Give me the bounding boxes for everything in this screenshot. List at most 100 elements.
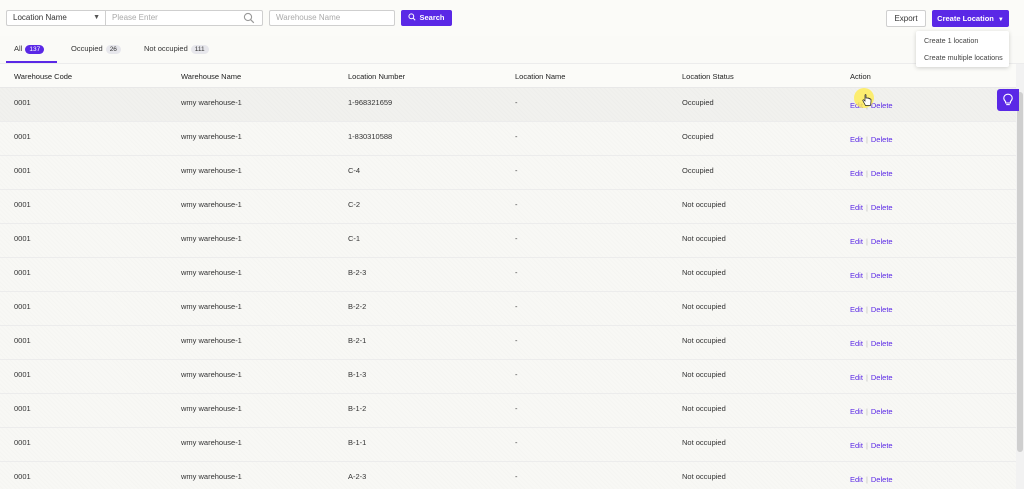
tab-not-occupied[interactable]: Not occupied 111	[144, 44, 209, 62]
cell-location-status: Not occupied	[682, 268, 726, 277]
action-separator: |	[865, 169, 868, 178]
edit-link[interactable]: Edit	[850, 135, 863, 144]
cell-location-status: Not occupied	[682, 200, 726, 209]
cell-location-status: Not occupied	[682, 472, 726, 481]
action-separator: |	[865, 135, 868, 144]
header-location-number[interactable]: Location Number	[348, 72, 405, 81]
delete-link[interactable]: Delete	[871, 373, 893, 382]
delete-link[interactable]: Delete	[871, 441, 893, 450]
cell-actions: Edit|Delete	[850, 135, 893, 144]
table-row[interactable]: 0001 wmy warehouse-1 B-1-3 - Not occupie…	[0, 360, 1016, 394]
delete-link[interactable]: Delete	[871, 101, 893, 110]
table-row[interactable]: 0001 wmy warehouse-1 C-2 - Not occupied …	[0, 190, 1016, 224]
menu-item-create-multiple[interactable]: Create multiple locations	[916, 49, 1009, 66]
cell-actions: Edit|Delete	[850, 373, 893, 382]
edit-link[interactable]: Edit	[850, 237, 863, 246]
cell-warehouse-name: wmy warehouse-1	[181, 268, 242, 277]
search-button[interactable]: Search	[401, 10, 452, 26]
edit-link[interactable]: Edit	[850, 407, 863, 416]
table-row[interactable]: 0001 wmy warehouse-1 C-1 - Not occupied …	[0, 224, 1016, 258]
cell-location-name: -	[515, 132, 518, 141]
header-action: Action	[850, 72, 871, 81]
delete-link[interactable]: Delete	[871, 203, 893, 212]
cell-location-number: C-1	[348, 234, 361, 243]
action-separator: |	[865, 237, 868, 246]
search-input-placeholder: Please Enter	[112, 13, 158, 22]
cell-location-number: A-2-3	[348, 472, 367, 481]
edit-link[interactable]: Edit	[850, 339, 863, 348]
cell-warehouse-name: wmy warehouse-1	[181, 404, 242, 413]
search-input[interactable]: Please Enter	[105, 10, 263, 26]
cell-location-name: -	[515, 166, 518, 175]
delete-link[interactable]: Delete	[871, 339, 893, 348]
create-location-label: Create Location	[937, 14, 994, 23]
edit-link[interactable]: Edit	[850, 373, 863, 382]
cell-location-status: Occupied	[682, 166, 714, 175]
action-separator: |	[865, 305, 868, 314]
status-tabs: All 137 Occupied 26 Not occupied 111	[0, 36, 1024, 64]
edit-link[interactable]: Edit	[850, 441, 863, 450]
delete-link[interactable]: Delete	[871, 135, 893, 144]
header-location-name[interactable]: Location Name	[515, 72, 565, 81]
search-icon	[243, 12, 255, 24]
tab-count-badge: 137	[25, 45, 45, 54]
table-row[interactable]: 0001 wmy warehouse-1 C-4 - Occupied Edit…	[0, 156, 1016, 190]
cell-location-status: Occupied	[682, 98, 714, 107]
delete-link[interactable]: Delete	[871, 407, 893, 416]
cell-warehouse-code: 0001	[14, 472, 31, 481]
delete-link[interactable]: Delete	[871, 305, 893, 314]
assistant-button[interactable]	[997, 89, 1019, 111]
cell-actions: Edit|Delete	[850, 339, 893, 348]
warehouse-name-input[interactable]: Warehouse Name	[269, 10, 395, 26]
filter-toolbar: Location Name ▼ Please Enter Warehouse N…	[0, 0, 1024, 36]
delete-link[interactable]: Delete	[871, 169, 893, 178]
cell-warehouse-name: wmy warehouse-1	[181, 98, 242, 107]
cell-warehouse-code: 0001	[14, 404, 31, 413]
cell-actions: Edit|Delete	[850, 407, 893, 416]
edit-link[interactable]: Edit	[850, 271, 863, 280]
table-row[interactable]: 0001 wmy warehouse-1 B-2-2 - Not occupie…	[0, 292, 1016, 326]
delete-link[interactable]: Delete	[871, 475, 893, 484]
table-row[interactable]: 0001 wmy warehouse-1 1-830310588 - Occup…	[0, 122, 1016, 156]
cell-warehouse-code: 0001	[14, 336, 31, 345]
locations-table: Warehouse Code Warehouse Name Location N…	[0, 64, 1016, 489]
cell-location-name: -	[515, 302, 518, 311]
table-row[interactable]: 0001 wmy warehouse-1 B-2-1 - Not occupie…	[0, 326, 1016, 360]
cell-warehouse-name: wmy warehouse-1	[181, 302, 242, 311]
action-separator: |	[865, 271, 868, 280]
export-button[interactable]: Export	[886, 10, 926, 27]
delete-link[interactable]: Delete	[871, 237, 893, 246]
cell-location-status: Not occupied	[682, 370, 726, 379]
tab-all[interactable]: All 137	[14, 44, 45, 62]
cell-location-number: C-4	[348, 166, 361, 175]
cell-location-name: -	[515, 404, 518, 413]
search-button-label: Search	[419, 13, 445, 22]
cell-warehouse-name: wmy warehouse-1	[181, 472, 242, 481]
cell-warehouse-name: wmy warehouse-1	[181, 200, 242, 209]
edit-link[interactable]: Edit	[850, 169, 863, 178]
delete-link[interactable]: Delete	[871, 271, 893, 280]
cell-location-name: -	[515, 234, 518, 243]
header-location-status[interactable]: Location Status	[682, 72, 734, 81]
menu-item-create-one[interactable]: Create 1 location	[916, 32, 1009, 49]
cell-location-status: Not occupied	[682, 234, 726, 243]
cell-warehouse-name: wmy warehouse-1	[181, 438, 242, 447]
edit-link[interactable]: Edit	[850, 203, 863, 212]
field-select[interactable]: Location Name ▼	[6, 10, 106, 26]
edit-link[interactable]: Edit	[850, 305, 863, 314]
warehouse-input-placeholder: Warehouse Name	[276, 13, 341, 22]
edit-link[interactable]: Edit	[850, 475, 863, 484]
header-warehouse-code[interactable]: Warehouse Code	[14, 72, 72, 81]
table-row[interactable]: 0001 wmy warehouse-1 A-2-3 - Not occupie…	[0, 462, 1016, 489]
action-separator: |	[865, 441, 868, 450]
table-row[interactable]: 0001 wmy warehouse-1 B-2-3 - Not occupie…	[0, 258, 1016, 292]
table-row[interactable]: 0001 wmy warehouse-1 B-1-1 - Not occupie…	[0, 428, 1016, 462]
tab-occupied[interactable]: Occupied 26	[71, 44, 121, 62]
cell-warehouse-code: 0001	[14, 98, 31, 107]
create-location-button[interactable]: Create Location ▼	[932, 10, 1009, 27]
scrollbar-thumb[interactable]	[1017, 92, 1023, 452]
tab-count-badge: 111	[190, 45, 209, 54]
table-row[interactable]: 0001 wmy warehouse-1 B-1-2 - Not occupie…	[0, 394, 1016, 428]
cell-location-name: -	[515, 200, 518, 209]
header-warehouse-name[interactable]: Warehouse Name	[181, 72, 241, 81]
